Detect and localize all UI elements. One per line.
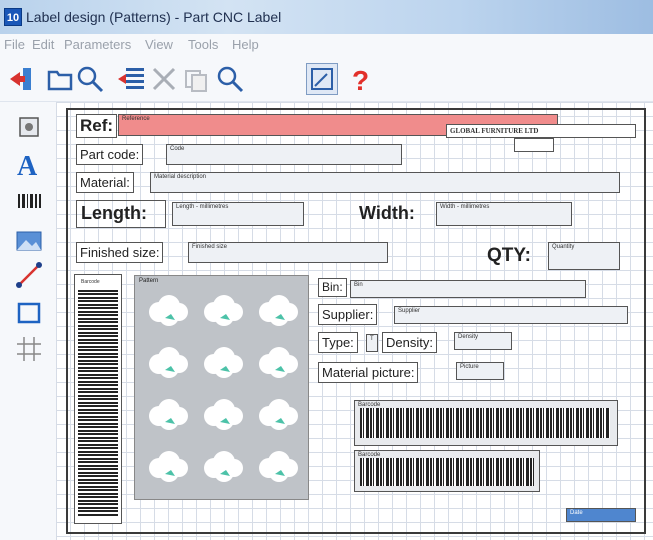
density-label[interactable]: Density: [382,332,437,353]
toolbar: ? [0,56,653,102]
qty-field[interactable]: Quantity [548,242,620,270]
pattern-cloud [202,294,244,328]
menu-file[interactable]: File [4,37,25,52]
rectangle-tool-icon[interactable] [14,298,44,328]
app-icon: 10 [4,8,22,26]
material-label[interactable]: Material: [76,172,134,193]
print-preview-icon[interactable] [74,63,106,95]
pattern-cloud [147,450,189,484]
vertical-barcode [78,290,118,516]
menu-edit[interactable]: Edit [32,37,54,52]
pattern-cloud [202,346,244,380]
cut-icon[interactable] [148,63,180,95]
finished-size-field[interactable]: Finished size [188,242,388,263]
menu-tools[interactable]: Tools [188,37,218,52]
picture-tool-icon[interactable] [14,226,44,256]
title-bar: 10 Label design (Patterns) - Part CNC La… [0,0,653,34]
barcode-1 [360,408,610,438]
part-code-label[interactable]: Part code: [76,144,144,165]
svg-text:A: A [17,151,38,178]
menu-help[interactable]: Help [232,37,259,52]
material-field[interactable]: Material description [150,172,620,193]
text-tool-icon[interactable]: A [14,148,44,182]
pattern-image[interactable]: Pattern [134,275,309,500]
bin-label[interactable]: Bin: [318,278,347,297]
type-field[interactable]: T [366,334,378,352]
company-name[interactable]: GLOBAL FURNITURE LTD [446,124,636,138]
menu-bar: File Edit Parameters View Tools Help [0,34,653,56]
select-icon[interactable] [306,63,338,95]
date-field[interactable]: Date [566,508,636,522]
tool-palette: A [0,102,56,540]
open-icon[interactable] [44,63,76,95]
line-tool-icon[interactable] [14,260,44,290]
supplier-label[interactable]: Supplier: [318,304,378,325]
pattern-cloud [257,398,299,432]
menu-parameters[interactable]: Parameters [64,37,131,52]
qty-label[interactable]: QTY: [484,242,534,272]
pattern-cloud [147,346,189,380]
logo-placeholder[interactable] [514,138,554,152]
design-canvas[interactable]: Ref: Reference GLOBAL FURNITURE LTD Part… [56,102,653,540]
material-picture-label[interactable]: Material picture: [318,362,419,383]
type-label[interactable]: Type: [318,332,358,353]
pattern-cloud [147,294,189,328]
pattern-cloud [202,398,244,432]
width-label[interactable]: Width: [356,200,418,228]
part-code-field[interactable]: Code [166,144,402,165]
pattern-cloud [147,398,189,432]
width-field[interactable]: Width - millimetres [436,202,572,226]
picture-field[interactable]: Picture [456,362,504,380]
bin-field[interactable]: Bin [350,280,586,298]
barcode-tool-icon[interactable] [14,188,44,218]
density-field[interactable]: Density [454,332,512,350]
pattern-cloud [257,294,299,328]
pattern-cloud [257,346,299,380]
zoom-icon[interactable] [214,63,246,95]
finished-size-label[interactable]: Finished size: [76,242,164,263]
supplier-field[interactable]: Supplier [394,306,628,324]
svg-text:?: ? [352,65,369,95]
window-title: Label design (Patterns) - Part CNC Label [26,9,282,25]
pattern-cloud [257,450,299,484]
import-icon[interactable] [116,63,148,95]
barcode-2 [360,458,534,486]
help-icon[interactable]: ? [344,63,376,96]
pattern-caption: Pattern [139,278,159,284]
length-label-frame [76,200,166,228]
ref-label[interactable]: Ref: [76,114,118,138]
image-tool-icon[interactable] [14,112,44,142]
length-field[interactable]: Length - millimetres [172,202,304,226]
copy-icon[interactable] [180,63,212,95]
pattern-cloud [202,450,244,484]
vertical-barcode-caption: Barcode [78,278,118,288]
menu-view[interactable]: View [145,37,173,52]
exit-icon[interactable] [6,63,38,95]
grid-tool-icon[interactable] [14,334,44,364]
